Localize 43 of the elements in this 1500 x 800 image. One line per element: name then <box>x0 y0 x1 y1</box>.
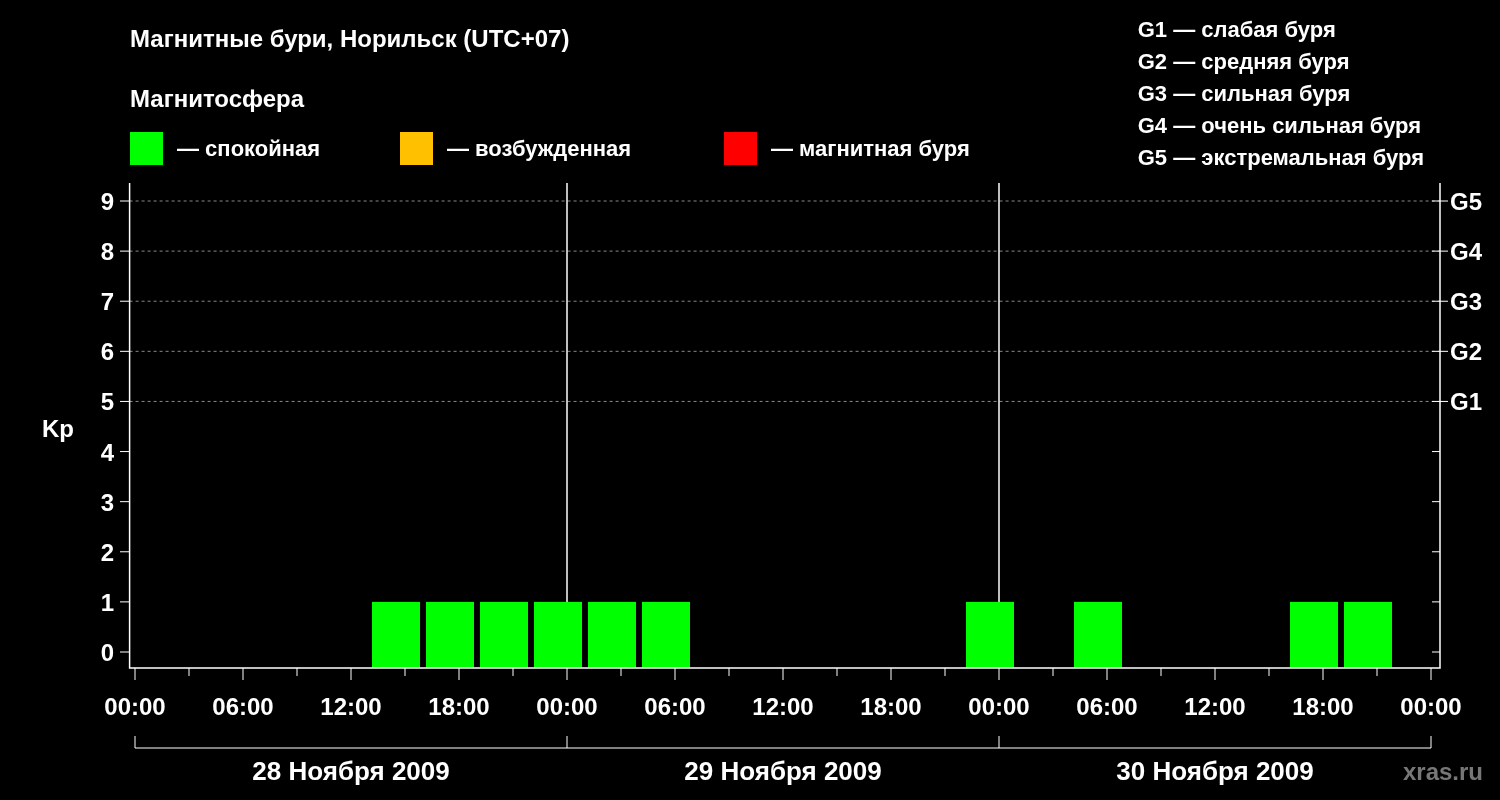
legend-label: — спокойная <box>177 135 321 162</box>
x-tick-label: 06:00 <box>1076 693 1138 720</box>
y-tick-label: 6 <box>100 338 114 366</box>
x-tick-label: 12:00 <box>320 693 382 720</box>
scale-description: G5 — экстремальная буря <box>1137 144 1424 172</box>
x-tick-label: 06:00 <box>644 693 706 720</box>
y-tick-label: 0 <box>100 639 114 666</box>
x-tick-label: 06:00 <box>212 693 274 720</box>
scale-description: G1 — слабая буря <box>1137 16 1337 44</box>
y-tick-label: 8 <box>100 238 114 266</box>
scale-description: G2 — средняя буря <box>1137 48 1351 76</box>
legend-label: — магнитная буря <box>771 135 970 162</box>
x-tick-label: 18:00 <box>428 693 490 720</box>
y-tick-label: 1 <box>100 588 114 616</box>
x-tick-label: 00:00 <box>1400 693 1462 720</box>
chart-title: Магнитные бури, Норильск (UTC+07) <box>130 24 571 54</box>
scale-description: G4 — очень сильная буря <box>1137 112 1423 140</box>
y-tick-label: 9 <box>100 188 114 215</box>
legend-title: Магнитосфера <box>130 84 306 114</box>
y-tick-label: 2 <box>100 538 114 566</box>
storm-level-label: G5 <box>1450 188 1482 215</box>
day-label: 29 Ноября 2009 <box>684 756 882 786</box>
legend-label: — возбужденная <box>447 135 632 162</box>
storm-level-label: G1 <box>1450 388 1482 416</box>
x-tick-label: 00:00 <box>104 693 166 720</box>
x-tick-label: 18:00 <box>860 693 922 720</box>
x-tick-label: 18:00 <box>1292 693 1354 720</box>
site-credit: xras.ru <box>1402 758 1483 785</box>
day-label: 28 Ноября 2009 <box>252 756 450 786</box>
y-axis-label: Kp <box>42 415 74 442</box>
x-tick-label: 12:00 <box>752 693 814 720</box>
storm-level-label: G2 <box>1450 338 1482 366</box>
x-tick-label: 00:00 <box>536 693 598 720</box>
y-tick-label: 3 <box>100 488 114 516</box>
storm-level-label: G4 <box>1450 238 1482 266</box>
y-tick-label: 4 <box>100 438 114 466</box>
y-tick-label: 7 <box>100 288 114 316</box>
x-tick-label: 00:00 <box>968 693 1030 720</box>
x-tick-label: 12:00 <box>1184 693 1246 720</box>
storm-level-label: G3 <box>1450 288 1482 316</box>
day-label: 30 Ноября 2009 <box>1116 756 1314 786</box>
y-tick-label: 5 <box>100 388 114 416</box>
scale-description: G3 — сильная буря <box>1137 80 1352 108</box>
